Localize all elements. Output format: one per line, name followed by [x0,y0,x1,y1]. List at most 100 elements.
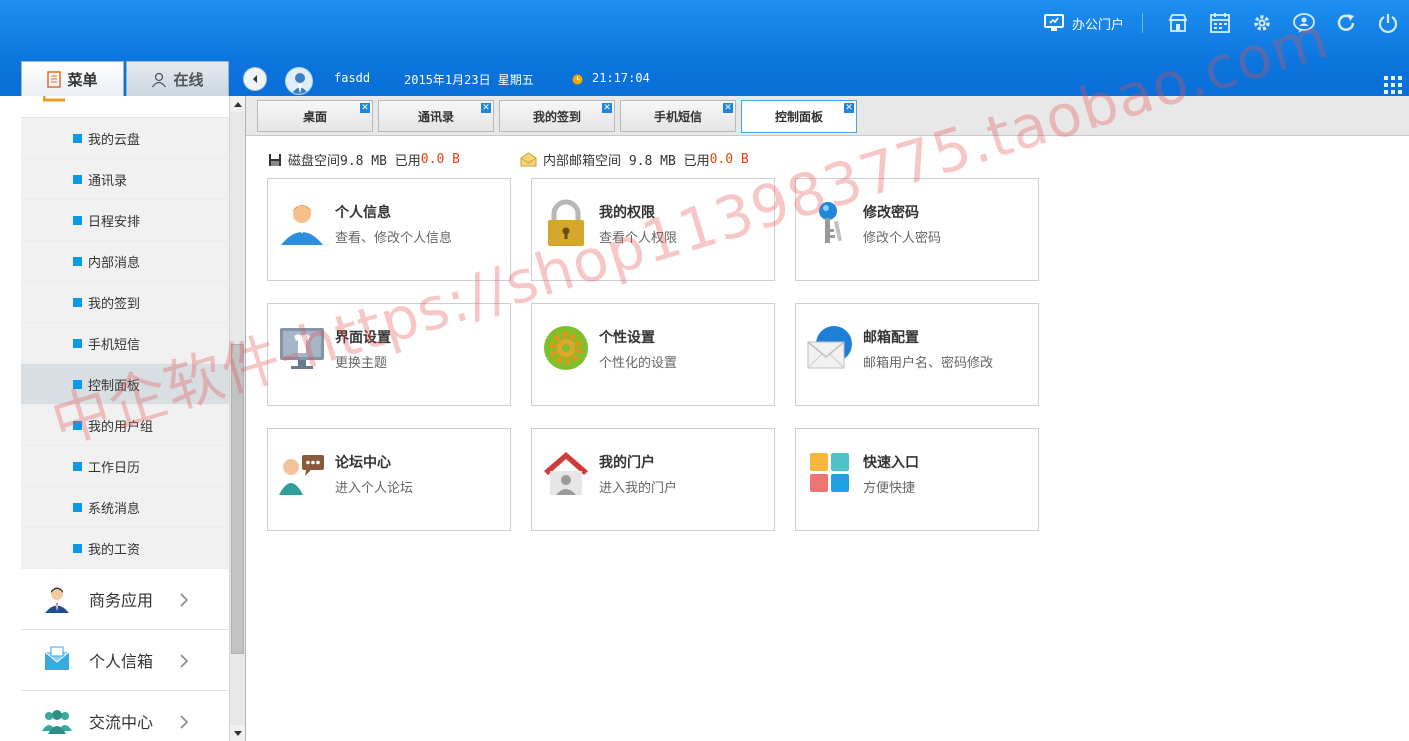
sidebar-item-internal-messages[interactable]: 内部消息 [21,241,229,282]
sidebar-item-label: 控制面板 [88,378,141,394]
folder-icon [43,96,65,102]
top-header: 办公门户 菜单 在线 fasdd 2015年1月23日 星期五 21:17:04 [0,0,1409,97]
keys-icon [819,202,843,243]
tab-control-panel[interactable]: 控制面板 ✕ [741,100,857,133]
sidebar-tabs: 菜单 在线 [21,61,229,97]
envelope-icon [807,326,852,369]
disk-usage-label: 磁盘空间9.8 MB 已用 [288,154,421,169]
card-quick-entry[interactable]: 快速入口 方便快捷 [795,428,1039,531]
close-icon[interactable]: ✕ [723,103,733,113]
sidebar-item-schedule[interactable]: 日程安排 [21,200,229,241]
forum-chat-icon [279,455,324,495]
person-icon [281,205,323,245]
card-personalization[interactable]: 个性设置 个性化的设置 [531,303,775,406]
tab-contacts[interactable]: 通讯录 ✕ [378,100,494,132]
sidebar-item-work-calendar[interactable]: 工作日历 [21,446,229,487]
card-my-permissions[interactable]: 我的权限 查看个人权限 [531,178,775,281]
tiles-icon [810,453,849,492]
tab-online-label: 在线 [173,71,204,89]
bullet-square-icon [73,174,82,184]
store-icon[interactable] [1157,8,1199,38]
card-my-portal[interactable]: 我的门户 进入我的门户 [531,428,775,531]
sidebar-sub-list: 我的云盘 通讯录 日程安排 内部消息 我的签到 手机短信 控制面板 我的用户组 … [21,118,229,569]
card-desc: 进入我的门户 [599,481,678,496]
avatar[interactable] [285,67,313,95]
chevron-right-icon [180,593,189,607]
scroll-up-arrow-icon[interactable] [230,96,245,112]
sidebar-item-business-apps[interactable]: 商务应用 [21,569,229,630]
card-forum-center[interactable]: 论坛中心 进入个人论坛 [267,428,511,531]
card-title: 论坛中心 [335,455,391,471]
mail-open-icon [520,152,537,167]
tab-menu-label: 菜单 [67,71,98,89]
business-person-icon [41,583,73,615]
tab-sign-in[interactable]: 我的签到 ✕ [499,100,615,132]
card-title: 邮箱配置 [863,330,919,346]
scroll-thumb[interactable] [231,344,244,654]
bullet-square-icon [73,297,82,307]
home-portal-icon [544,452,588,495]
sidebar-item-label: 我的签到 [88,296,141,312]
sidebar-item-personal-mailbox[interactable]: 个人信箱 [21,630,229,691]
floppy-disk-icon [269,153,281,166]
scroll-down-arrow-icon[interactable] [230,725,245,741]
card-interface-settings[interactable]: 界面设置 更换主题 [267,303,511,406]
sidebar-item-label: 通讯录 [88,173,128,189]
sidebar-item-communication-center[interactable]: 交流中心 [21,691,229,741]
username: fasdd [334,71,371,85]
power-icon[interactable] [1367,8,1409,38]
card-desc: 查看个人权限 [599,231,678,246]
user-online-icon[interactable] [1283,8,1325,38]
bullet-square-icon [73,256,82,266]
bullet-square-icon [73,502,82,512]
sidebar-scrollbar[interactable] [229,96,245,741]
card-title: 我的权限 [599,205,655,221]
group-icon [41,705,73,737]
sidebar-item-label: 我的用户组 [88,419,154,435]
refresh-icon[interactable] [1325,8,1367,38]
close-icon[interactable]: ✕ [602,103,612,113]
sidebar-item-salary[interactable]: 我的工资 [21,528,229,569]
card-change-password[interactable]: 修改密码 修改个人密码 [795,178,1039,281]
grid-apps-icon[interactable] [1383,75,1403,95]
card-title: 修改密码 [863,205,919,221]
collapse-sidebar-button[interactable] [243,67,267,91]
sidebar-group-header [21,96,229,118]
tab-online[interactable]: 在线 [126,61,229,97]
sidebar-item-cloud-drive[interactable]: 我的云盘 [21,118,229,159]
tab-bar: 桌面 ✕ 通讯录 ✕ 我的签到 ✕ 手机短信 ✕ 控制面板 ✕ [246,96,1409,136]
sidebar-item-control-panel[interactable]: 控制面板 [21,364,229,405]
tab-menu[interactable]: 菜单 [21,61,124,97]
disk-used-value: 0.0 B [420,152,460,167]
tab-sms[interactable]: 手机短信 ✕ [620,100,736,132]
sidebar-main-label: 商务应用 [89,591,154,610]
office-portal-link[interactable]: 办公门户 [1036,14,1142,33]
lock-icon [548,199,584,246]
card-mailbox-config[interactable]: 邮箱配置 邮箱用户名、密码修改 [795,303,1039,406]
card-personal-info[interactable]: 个人信息 查看、修改个人信息 [267,178,511,281]
bullet-square-icon [73,215,82,225]
sidebar-item-sms[interactable]: 手机短信 [21,323,229,364]
sidebar-item-sign-in[interactable]: 我的签到 [21,282,229,323]
card-desc: 个性化的设置 [599,356,678,371]
close-icon[interactable]: ✕ [844,103,854,113]
sidebar-item-user-groups[interactable]: 我的用户组 [21,405,229,446]
tab-desktop[interactable]: 桌面 ✕ [257,100,373,132]
sidebar-item-system-messages[interactable]: 系统消息 [21,487,229,528]
close-icon[interactable]: ✕ [360,103,370,113]
close-icon[interactable]: ✕ [481,103,491,113]
card-title: 界面设置 [335,330,391,346]
mail-usage: 内部邮箱空间 9.8 MB 已用 0.0 B [520,150,749,169]
mail-usage-label: 内部邮箱空间 9.8 MB 已用 [543,154,710,169]
calendar-icon[interactable] [1199,8,1241,38]
sidebar-item-label: 手机短信 [88,337,141,353]
sidebar-item-label: 我的云盘 [88,132,141,148]
current-date: 2015年1月23日 星期五 [404,73,534,87]
user-outline-icon [152,72,167,87]
sidebar-item-contacts[interactable]: 通讯录 [21,159,229,200]
main-content: 桌面 ✕ 通讯录 ✕ 我的签到 ✕ 手机短信 ✕ 控制面板 ✕ 磁盘空间9.8 MB 已用… [245,96,1409,741]
card-title: 我的门户 [599,455,655,471]
gear-icon[interactable] [1241,8,1283,38]
bullet-square-icon [73,379,82,389]
gear-icon [544,326,588,370]
